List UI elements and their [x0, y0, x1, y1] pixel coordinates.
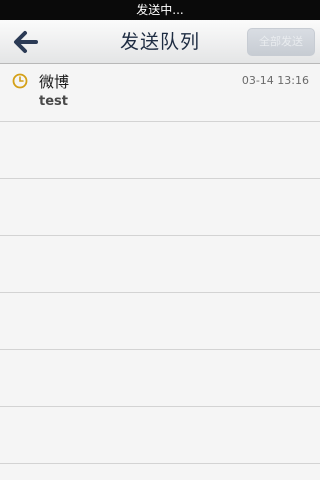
status-bar: 发送中...: [0, 0, 320, 20]
empty-row: [0, 236, 320, 293]
navigation-bar: 发送队列 全部发送: [0, 20, 320, 64]
back-arrow-icon: [14, 31, 38, 53]
back-button[interactable]: [6, 26, 46, 58]
queue-item-time: 03-14 13:16: [241, 74, 309, 87]
empty-row: [0, 179, 320, 236]
queue-item[interactable]: 微博 test 03-14 13:16: [0, 65, 320, 122]
status-text: 发送中...: [136, 3, 184, 17]
empty-row: [0, 293, 320, 350]
send-all-button[interactable]: 全部发送: [247, 28, 315, 56]
empty-row: [0, 350, 320, 407]
queue-item-title: 微博: [39, 73, 70, 91]
empty-row: [0, 122, 320, 179]
queue-item-content: test: [39, 94, 68, 109]
clock-icon: [12, 73, 28, 89]
page-title: 发送队列: [119, 31, 200, 53]
send-queue-list: 微博 test 03-14 13:16: [0, 65, 320, 480]
empty-row: [0, 407, 320, 464]
